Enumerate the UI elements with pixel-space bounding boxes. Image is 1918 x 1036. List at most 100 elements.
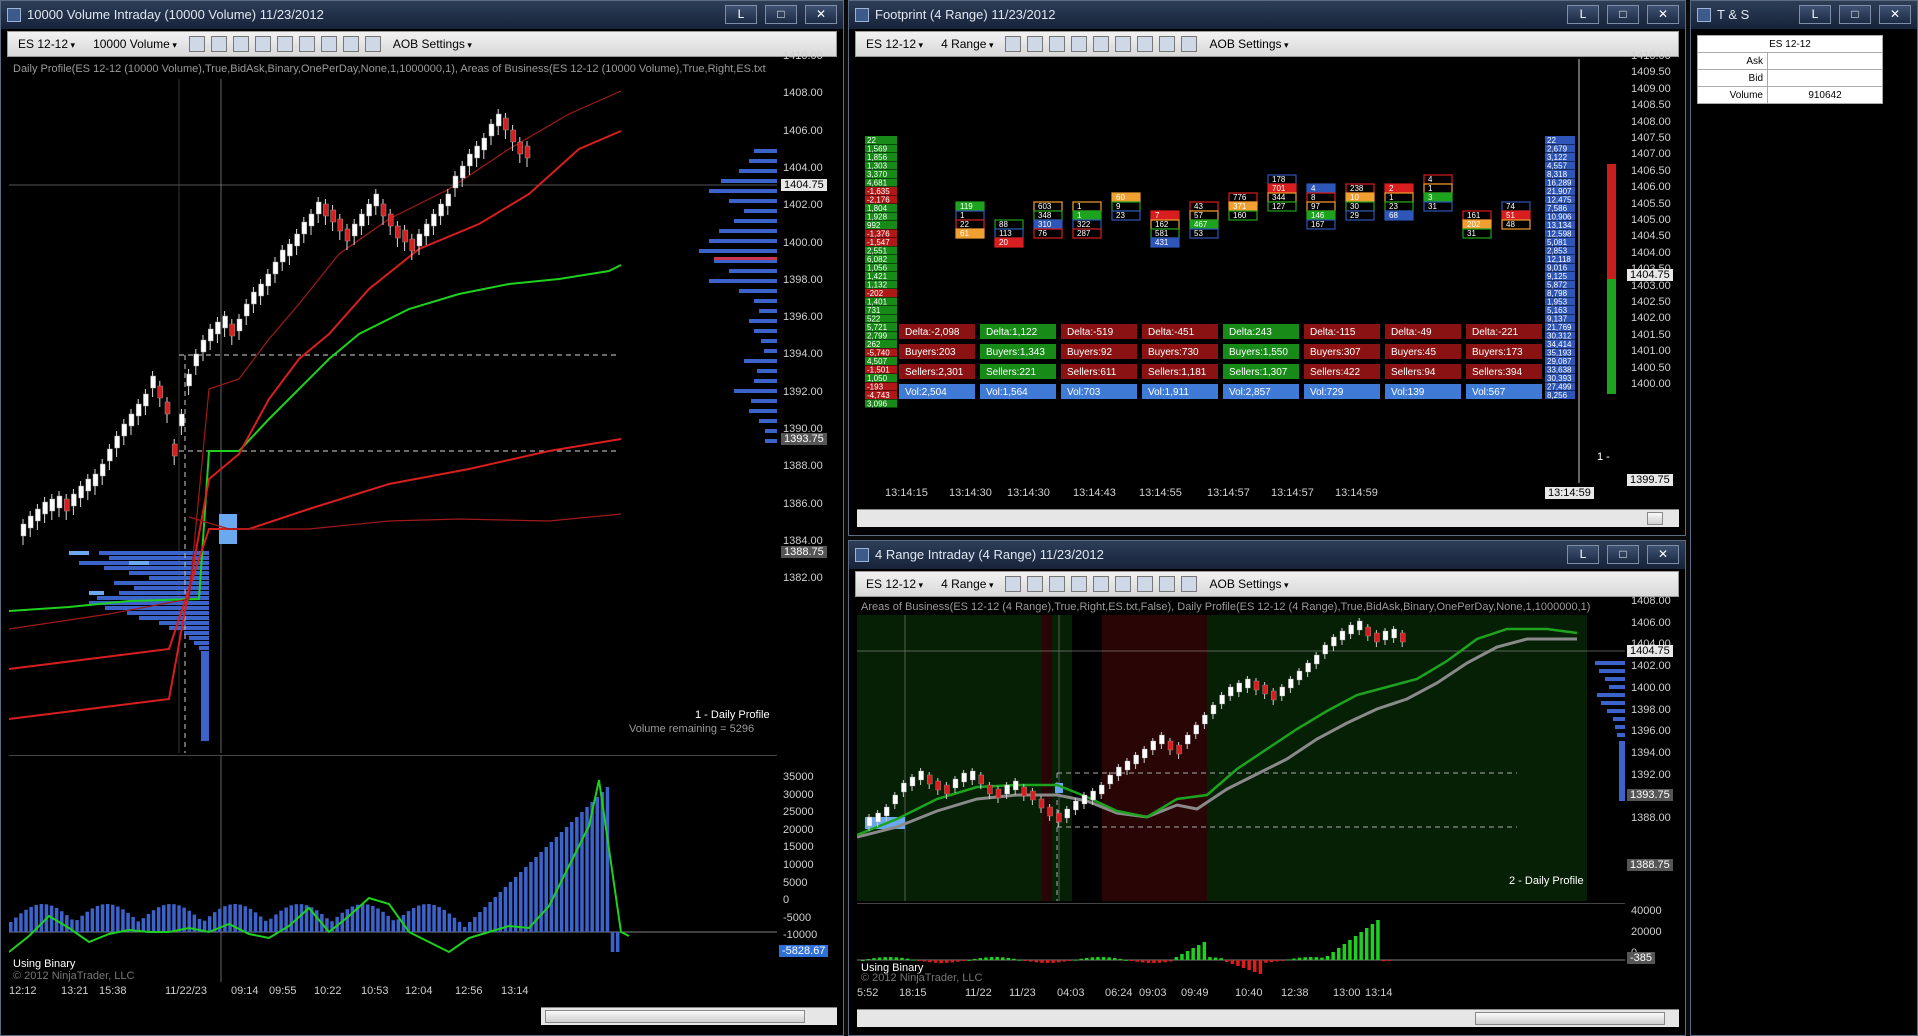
restore-button[interactable]: L bbox=[1567, 5, 1599, 24]
restore-button[interactable]: L bbox=[1567, 545, 1599, 564]
price-panel[interactable]: Areas of Business(ES 12-12 (4 Range),Tru… bbox=[856, 599, 1625, 901]
oscillator-bar bbox=[580, 812, 584, 932]
oscillator-bar bbox=[1202, 942, 1207, 960]
oscillator-bar bbox=[19, 913, 23, 932]
profile-label: 2 - Daily Profile bbox=[1509, 875, 1584, 887]
period-dropdown[interactable]: 4 Range bbox=[935, 577, 999, 591]
maximize-button[interactable]: □ bbox=[1607, 545, 1639, 564]
maximize-button[interactable]: □ bbox=[765, 5, 797, 24]
time-axis[interactable]: 13:14:15 13:14:30 13:14:30 13:14:43 13:14:55… bbox=[857, 485, 1625, 505]
horizontal-scrollbar[interactable] bbox=[541, 1007, 837, 1025]
screenshot-icon[interactable] bbox=[1181, 576, 1198, 592]
scrollbar-thumb[interactable] bbox=[1475, 1012, 1665, 1025]
oscillator-bar bbox=[1197, 945, 1201, 960]
time-tick-label: 12:38 bbox=[1281, 987, 1309, 999]
oscillator-panel[interactable]: Using Binary © 2012 NinjaTrader, LLC bbox=[857, 903, 1625, 984]
summary-cell-label: Buyers:1,550 bbox=[1229, 347, 1288, 358]
pencil-icon[interactable] bbox=[210, 36, 227, 52]
oscillator-axis[interactable]: 40000200000 bbox=[1627, 903, 1683, 983]
indicators-icon[interactable] bbox=[298, 36, 315, 52]
lower-level-tag: 1388.75 bbox=[1627, 859, 1673, 871]
properties-icon[interactable] bbox=[1159, 36, 1176, 52]
period-dropdown[interactable]: 4 Range bbox=[935, 37, 999, 51]
time-axis[interactable]: 12:12 13:21 15:38 11/22/23 09:14 09:55 10:22 10… bbox=[9, 983, 777, 1003]
strategies-icon[interactable] bbox=[320, 36, 337, 52]
oscillator-tick-label: 0 bbox=[783, 894, 790, 907]
oscillator-bar bbox=[90, 908, 95, 932]
properties-icon[interactable] bbox=[342, 36, 359, 52]
oscillator-bar bbox=[1359, 932, 1363, 960]
footprint-cell-label: 68 bbox=[1389, 211, 1398, 220]
zoom-icon[interactable] bbox=[276, 36, 293, 52]
window-titlebar[interactable]: T & S L □ ✕ bbox=[1691, 1, 1917, 29]
screenshot-icon[interactable] bbox=[1181, 36, 1198, 52]
bar-type-icon[interactable] bbox=[1005, 36, 1022, 52]
restore-button[interactable]: L bbox=[725, 5, 757, 24]
time-tick-label: 13:21 bbox=[61, 985, 89, 997]
properties-icon[interactable] bbox=[1159, 576, 1176, 592]
crosshair-icon[interactable] bbox=[1071, 576, 1088, 592]
scrollbar-thumb[interactable] bbox=[1647, 512, 1663, 525]
instrument-dropdown[interactable]: ES 12-12 bbox=[12, 37, 81, 51]
close-button[interactable]: ✕ bbox=[805, 5, 837, 24]
close-button[interactable]: ✕ bbox=[1647, 545, 1679, 564]
price-tick-label: 1400.00 bbox=[783, 236, 823, 249]
aob-settings-dropdown[interactable]: AOB Settings bbox=[1203, 37, 1294, 51]
chart-toolbar: ES 12-12 4 Range AOB Settings bbox=[855, 571, 1679, 597]
time-tick-label: 15:38 bbox=[99, 985, 127, 997]
zoom-icon[interactable] bbox=[1093, 36, 1110, 52]
indicators-icon[interactable] bbox=[1115, 36, 1132, 52]
oscillator-bar bbox=[1376, 920, 1380, 960]
pencil-icon[interactable] bbox=[1027, 576, 1044, 592]
oscillator-bar bbox=[877, 957, 882, 960]
period-dropdown[interactable]: 10000 Volume bbox=[87, 37, 183, 51]
price-tick-label: 1398.00 bbox=[783, 273, 823, 286]
horizontal-scrollbar[interactable] bbox=[857, 1009, 1679, 1027]
draw-tool-icon[interactable] bbox=[232, 36, 249, 52]
oscillator-bar bbox=[299, 904, 304, 932]
maximize-button[interactable]: □ bbox=[1607, 5, 1639, 24]
time-tick-label: 12:04 bbox=[405, 985, 433, 997]
summary-cell-label: Vol:1,911 bbox=[1148, 387, 1189, 398]
strategies-icon[interactable] bbox=[1137, 36, 1154, 52]
oscillator-bar bbox=[1309, 957, 1313, 960]
aob-settings-dropdown[interactable]: AOB Settings bbox=[1203, 577, 1294, 591]
screenshot-icon[interactable] bbox=[364, 36, 381, 52]
strategies-icon[interactable] bbox=[1137, 576, 1154, 592]
maximize-button[interactable]: □ bbox=[1839, 5, 1871, 24]
oscillator-bar bbox=[478, 912, 482, 932]
horizontal-scrollbar[interactable] bbox=[857, 509, 1679, 527]
draw-tool-icon[interactable] bbox=[1049, 576, 1066, 592]
instrument-dropdown[interactable]: ES 12-12 bbox=[860, 577, 929, 591]
scrollbar-thumb[interactable] bbox=[545, 1010, 805, 1023]
candle bbox=[78, 481, 84, 507]
footprint-panel[interactable]: 22 1,569 1,856 1,303 3,370 4,681 -1,635 -2,176 1… bbox=[857, 59, 1625, 483]
summary-cell-label: Sellers:1,181 bbox=[1148, 367, 1207, 378]
time-axis[interactable]: 5:52 18:15 11/22 11/23 04:03 06:24 09:03 09:49 1… bbox=[857, 985, 1625, 1005]
price-tick-label: 1408.00 bbox=[1631, 595, 1671, 607]
crosshair-icon[interactable] bbox=[254, 36, 271, 52]
price-panel[interactable]: Daily Profile(ES 12-12 (10000 Volume),Tr… bbox=[9, 59, 777, 753]
price-axis[interactable]: 1410.00 1408.00 1406.00 1404.00 1402.00 1400.… bbox=[779, 50, 839, 753]
price-tick-label: 1400.00 bbox=[1631, 378, 1671, 390]
oscillator-bar bbox=[570, 822, 574, 932]
close-button[interactable]: ✕ bbox=[1879, 5, 1911, 24]
pencil-icon[interactable] bbox=[1027, 36, 1044, 52]
close-button[interactable]: ✕ bbox=[1647, 5, 1679, 24]
aob-settings-dropdown[interactable]: AOB Settings bbox=[387, 37, 478, 51]
window-titlebar[interactable]: 10000 Volume Intraday (10000 Volume) 11/… bbox=[1, 1, 843, 29]
window-titlebar[interactable]: Footprint (4 Range) 11/23/2012 L □ ✕ bbox=[849, 1, 1685, 29]
window-titlebar[interactable]: 4 Range Intraday (4 Range) 11/23/2012 L … bbox=[849, 541, 1685, 569]
crosshair-icon[interactable] bbox=[1071, 36, 1088, 52]
oscillator-panel[interactable]: Using Binary © 2012 NinjaTrader, LLC bbox=[8, 755, 777, 982]
oscillator-bar bbox=[866, 959, 871, 961]
time-tick-label: 13:14 bbox=[1365, 987, 1393, 999]
draw-tool-icon[interactable] bbox=[1049, 36, 1066, 52]
indicators-icon[interactable] bbox=[1115, 576, 1132, 592]
bar-type-icon[interactable] bbox=[188, 36, 205, 52]
instrument-dropdown[interactable]: ES 12-12 bbox=[860, 37, 929, 51]
zoom-icon[interactable] bbox=[1093, 576, 1110, 592]
bar-type-icon[interactable] bbox=[1005, 576, 1022, 592]
oscillator-tick-label: 40000 bbox=[1631, 905, 1662, 917]
restore-button[interactable]: L bbox=[1799, 5, 1831, 24]
